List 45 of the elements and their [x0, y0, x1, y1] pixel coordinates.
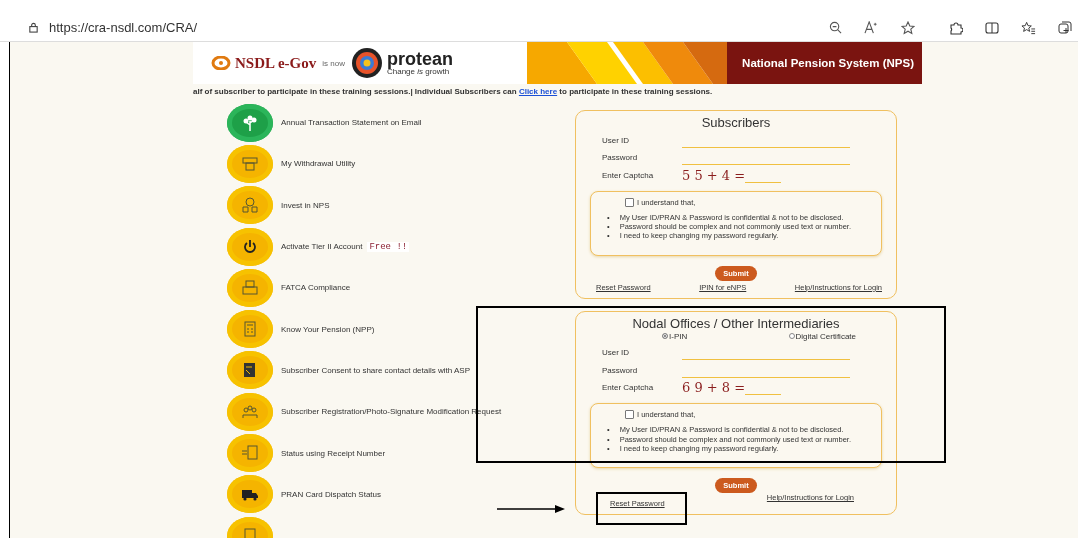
read-aloud-icon[interactable] [864, 21, 879, 34]
zoom-out-icon[interactable] [829, 21, 842, 34]
url-text: https://cra-nsdl.com/CRA/ [49, 20, 198, 35]
card-title: Nodal Offices / Other Intermediaries [631, 315, 841, 331]
service-link[interactable]: PRAN Card Dispatch Status [281, 489, 382, 499]
collections-icon[interactable] [1058, 20, 1072, 35]
announcement-text: alf of subscriber to participate in these training sessions.| Individual Subscribers can Click here to participate in these training sessions. [193, 86, 714, 96]
favorites-icon[interactable] [1021, 20, 1036, 35]
service-link[interactable]: Invest in NPS [281, 200, 330, 210]
click-here-link[interactable]: Click here [518, 87, 558, 96]
brand-name: NSDL e-Gov [235, 54, 317, 72]
service-icon[interactable] [227, 475, 273, 514]
lock-icon[interactable] [28, 22, 39, 33]
partner-tagline: Change is growth [386, 68, 450, 76]
field-label: User ID [602, 348, 631, 360]
puzzle-icon[interactable] [949, 20, 963, 35]
service-link[interactable]: My Withdrawal Utility [281, 159, 356, 169]
star-icon[interactable] [901, 20, 915, 35]
field-label: User ID [602, 135, 631, 147]
address-bar[interactable]: https://cra-nsdl.com/CRA/ [14, 14, 927, 41]
field-label: Password [602, 153, 639, 164]
service-link[interactable]: Subscriber Consent to share contact details with ASP [281, 365, 470, 375]
partner-name: protean [386, 50, 453, 68]
field-label: Password [602, 365, 639, 377]
service-link[interactable]: Know Your Pension (NPP) [281, 324, 375, 334]
field-label: Enter Captcha [602, 383, 655, 395]
field-label: Enter Captcha [602, 170, 655, 182]
service-link[interactable]: FATCA Compliance [281, 283, 351, 293]
service-icon[interactable] [227, 227, 273, 266]
login-mode-radio[interactable]: Digital Certificate [788, 331, 856, 341]
protean-logo-icon [350, 47, 383, 79]
service-link[interactable]: Status using Receipt Number [281, 448, 386, 458]
service-icon[interactable] [227, 351, 273, 390]
split-screen-icon[interactable] [985, 20, 999, 35]
site-title: National Pension System (NPS) [727, 42, 922, 84]
pointer-arrow [497, 504, 567, 514]
nsdl-logo-icon [211, 56, 231, 70]
service-link[interactable]: Annual Transaction Statement on Email [281, 118, 422, 128]
service-link[interactable]: Activate Tier II Account [281, 242, 363, 252]
captcha-image: 5 5 + 4 = [682, 167, 746, 183]
card-title: Subscribers [700, 115, 772, 130]
login-mode-radio[interactable]: I-PIN [662, 331, 688, 341]
free-badge: Free !! [367, 241, 410, 252]
captcha-image: 6 9 + 8 = [682, 380, 746, 396]
brand-note: is now [322, 58, 345, 68]
